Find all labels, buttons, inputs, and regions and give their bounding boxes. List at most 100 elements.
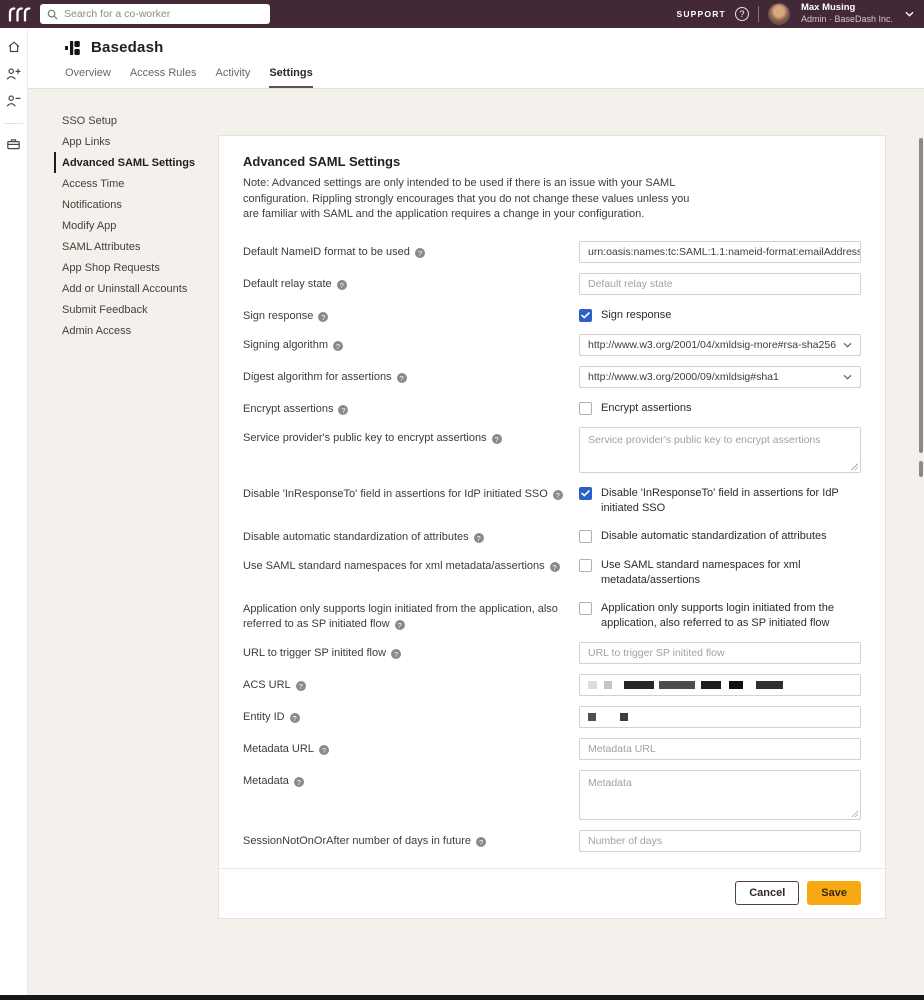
sign-response-checkbox-group: Sign response bbox=[579, 308, 861, 323]
acs-url-redacted-value bbox=[588, 675, 783, 695]
sp-flow-url-input[interactable]: URL to trigger SP initited flow bbox=[579, 642, 861, 664]
sp-public-key-control: Service provider's public key to encrypt… bbox=[579, 427, 861, 473]
info-icon[interactable]: ? bbox=[474, 533, 484, 543]
chevron-down-icon bbox=[843, 342, 852, 348]
info-icon[interactable]: ? bbox=[290, 713, 300, 723]
info-icon[interactable]: ? bbox=[550, 562, 560, 572]
home-icon[interactable] bbox=[6, 39, 22, 55]
user-name: Max Musing bbox=[801, 3, 893, 14]
support-link[interactable]: SUPPORT bbox=[676, 9, 726, 19]
info-icon[interactable]: ? bbox=[294, 777, 304, 787]
saml-standard-namespaces-checkbox[interactable] bbox=[579, 559, 592, 572]
entity-id-redacted-value bbox=[588, 707, 628, 727]
sidebar-item-add-or-uninstall-accounts[interactable]: Add or Uninstall Accounts bbox=[54, 278, 218, 299]
signing-algorithm-label: Signing algorithm? bbox=[243, 334, 359, 356]
search-input[interactable]: Search for a co-worker bbox=[40, 4, 270, 24]
info-icon[interactable]: ? bbox=[318, 312, 328, 322]
sidebar-item-modify-app[interactable]: Modify App bbox=[54, 215, 218, 236]
sign-response-control: Sign response bbox=[579, 305, 861, 324]
offboard-person-icon[interactable] bbox=[6, 93, 22, 109]
field-row-sp-public-key: Service provider's public key to encrypt… bbox=[243, 427, 861, 473]
redacted-block bbox=[756, 681, 783, 689]
redacted-block bbox=[588, 713, 596, 721]
info-icon[interactable]: ? bbox=[337, 280, 347, 290]
redacted-block bbox=[620, 713, 628, 721]
digest-algorithm-control: http://www.w3.org/2000/09/xmldsig#sha1 bbox=[579, 366, 861, 388]
session-days-input[interactable]: Number of days bbox=[579, 830, 861, 852]
default-relay-state-input[interactable]: Default relay state bbox=[579, 273, 861, 295]
topbar-divider bbox=[758, 6, 759, 22]
save-button[interactable]: Save bbox=[807, 881, 861, 905]
default-nameid-format-input[interactable]: urn:oasis:names:tc:SAML:1.1:nameid-forma… bbox=[579, 241, 861, 263]
sidebar-item-saml-attributes[interactable]: SAML Attributes bbox=[54, 236, 218, 257]
page-title: Basedash bbox=[91, 39, 163, 56]
signing-algorithm-select[interactable]: http://www.w3.org/2001/04/xmldsig-more#r… bbox=[579, 334, 861, 356]
sidebar-item-admin-access[interactable]: Admin Access bbox=[54, 320, 218, 341]
entity-id-label: Entity ID? bbox=[243, 706, 316, 728]
acs-url-input[interactable] bbox=[579, 674, 861, 696]
sidebar-item-app-shop-requests[interactable]: App Shop Requests bbox=[54, 257, 218, 278]
digest-algorithm-label: Digest algorithm for assertions? bbox=[243, 366, 423, 388]
tab-activity[interactable]: Activity bbox=[215, 67, 250, 88]
window-bottom-edge bbox=[0, 995, 924, 1000]
info-icon[interactable]: ? bbox=[553, 490, 563, 500]
sidebar-item-app-links[interactable]: App Links bbox=[54, 131, 218, 152]
sidebar-item-sso-setup[interactable]: SSO Setup bbox=[54, 110, 218, 131]
info-icon[interactable]: ? bbox=[397, 373, 407, 383]
info-icon[interactable]: ? bbox=[338, 405, 348, 415]
sidebar-item-advanced-saml-settings[interactable]: Advanced SAML Settings bbox=[54, 152, 218, 173]
cancel-button[interactable]: Cancel bbox=[735, 881, 799, 905]
entity-id-input[interactable] bbox=[579, 706, 861, 728]
info-icon[interactable]: ? bbox=[395, 620, 405, 630]
add-person-icon[interactable] bbox=[6, 66, 22, 82]
info-icon[interactable]: ? bbox=[333, 341, 343, 351]
tab-settings[interactable]: Settings bbox=[269, 67, 312, 88]
digest-algorithm-select[interactable]: http://www.w3.org/2000/09/xmldsig#sha1 bbox=[579, 366, 861, 388]
metadata-url-label: Metadata URL? bbox=[243, 738, 345, 760]
info-icon[interactable]: ? bbox=[296, 681, 306, 691]
disable-auto-standardization-checkbox-group: Disable automatic standardization of att… bbox=[579, 529, 861, 544]
chevron-down-icon[interactable] bbox=[905, 11, 914, 17]
encrypt-assertions-checkbox[interactable] bbox=[579, 402, 592, 415]
disable-inresponseto-checkbox[interactable] bbox=[579, 487, 592, 500]
field-row-sp-initiated-only: Application only supports login initiate… bbox=[243, 598, 861, 632]
sidebar-item-notifications[interactable]: Notifications bbox=[54, 194, 218, 215]
sp-flow-url-label: URL to trigger SP initited flow? bbox=[243, 642, 417, 664]
sign-response-checkbox-label: Sign response bbox=[601, 308, 671, 323]
sp-initiated-only-label: Application only supports login initiate… bbox=[243, 598, 579, 632]
field-row-metadata-url: Metadata URL? Metadata URL bbox=[243, 738, 861, 760]
rippling-logo-icon[interactable] bbox=[8, 7, 32, 22]
settings-panel: Advanced SAML Settings Note: Advanced se… bbox=[218, 135, 886, 919]
saml-standard-namespaces-checkbox-label: Use SAML standard namespaces for xml met… bbox=[601, 558, 861, 588]
metadata-control: Metadata bbox=[579, 770, 861, 820]
info-icon[interactable]: ? bbox=[319, 745, 329, 755]
disable-auto-standardization-checkbox[interactable] bbox=[579, 530, 592, 543]
user-meta: Admin · BaseDash Inc. bbox=[801, 14, 893, 24]
sidebar-item-access-time[interactable]: Access Time bbox=[54, 173, 218, 194]
user-menu[interactable]: Max Musing Admin · BaseDash Inc. bbox=[801, 3, 893, 24]
briefcase-icon[interactable] bbox=[6, 136, 22, 152]
metadata-textarea[interactable]: Metadata bbox=[579, 770, 861, 820]
tab-overview[interactable]: Overview bbox=[65, 67, 111, 88]
scrollbar-thumb[interactable] bbox=[919, 138, 923, 453]
info-icon[interactable]: ? bbox=[492, 434, 502, 444]
signing-algorithm-control: http://www.w3.org/2001/04/xmldsig-more#r… bbox=[579, 334, 861, 356]
tab-access-rules[interactable]: Access Rules bbox=[130, 67, 197, 88]
scrollbar-thumb-secondary[interactable] bbox=[919, 461, 923, 477]
field-row-disable-auto-standardization: Disable automatic standardization of att… bbox=[243, 526, 861, 545]
sp-initiated-only-checkbox-label: Application only supports login initiate… bbox=[601, 601, 861, 631]
info-icon[interactable]: ? bbox=[476, 837, 486, 847]
default-relay-state-control: Default relay state bbox=[579, 273, 861, 295]
sign-response-checkbox[interactable] bbox=[579, 309, 592, 322]
sidebar-item-submit-feedback[interactable]: Submit Feedback bbox=[54, 299, 218, 320]
info-icon[interactable]: ? bbox=[391, 649, 401, 659]
metadata-label: Metadata? bbox=[243, 770, 320, 820]
info-icon[interactable]: ? bbox=[415, 248, 425, 258]
encrypt-assertions-checkbox-group: Encrypt assertions bbox=[579, 401, 861, 416]
sp-initiated-only-checkbox[interactable] bbox=[579, 602, 592, 615]
metadata-url-input[interactable]: Metadata URL bbox=[579, 738, 861, 760]
sp-public-key-textarea[interactable]: Service provider's public key to encrypt… bbox=[579, 427, 861, 473]
help-icon[interactable]: ? bbox=[735, 7, 749, 21]
avatar[interactable] bbox=[768, 3, 790, 25]
search-icon bbox=[47, 9, 58, 20]
